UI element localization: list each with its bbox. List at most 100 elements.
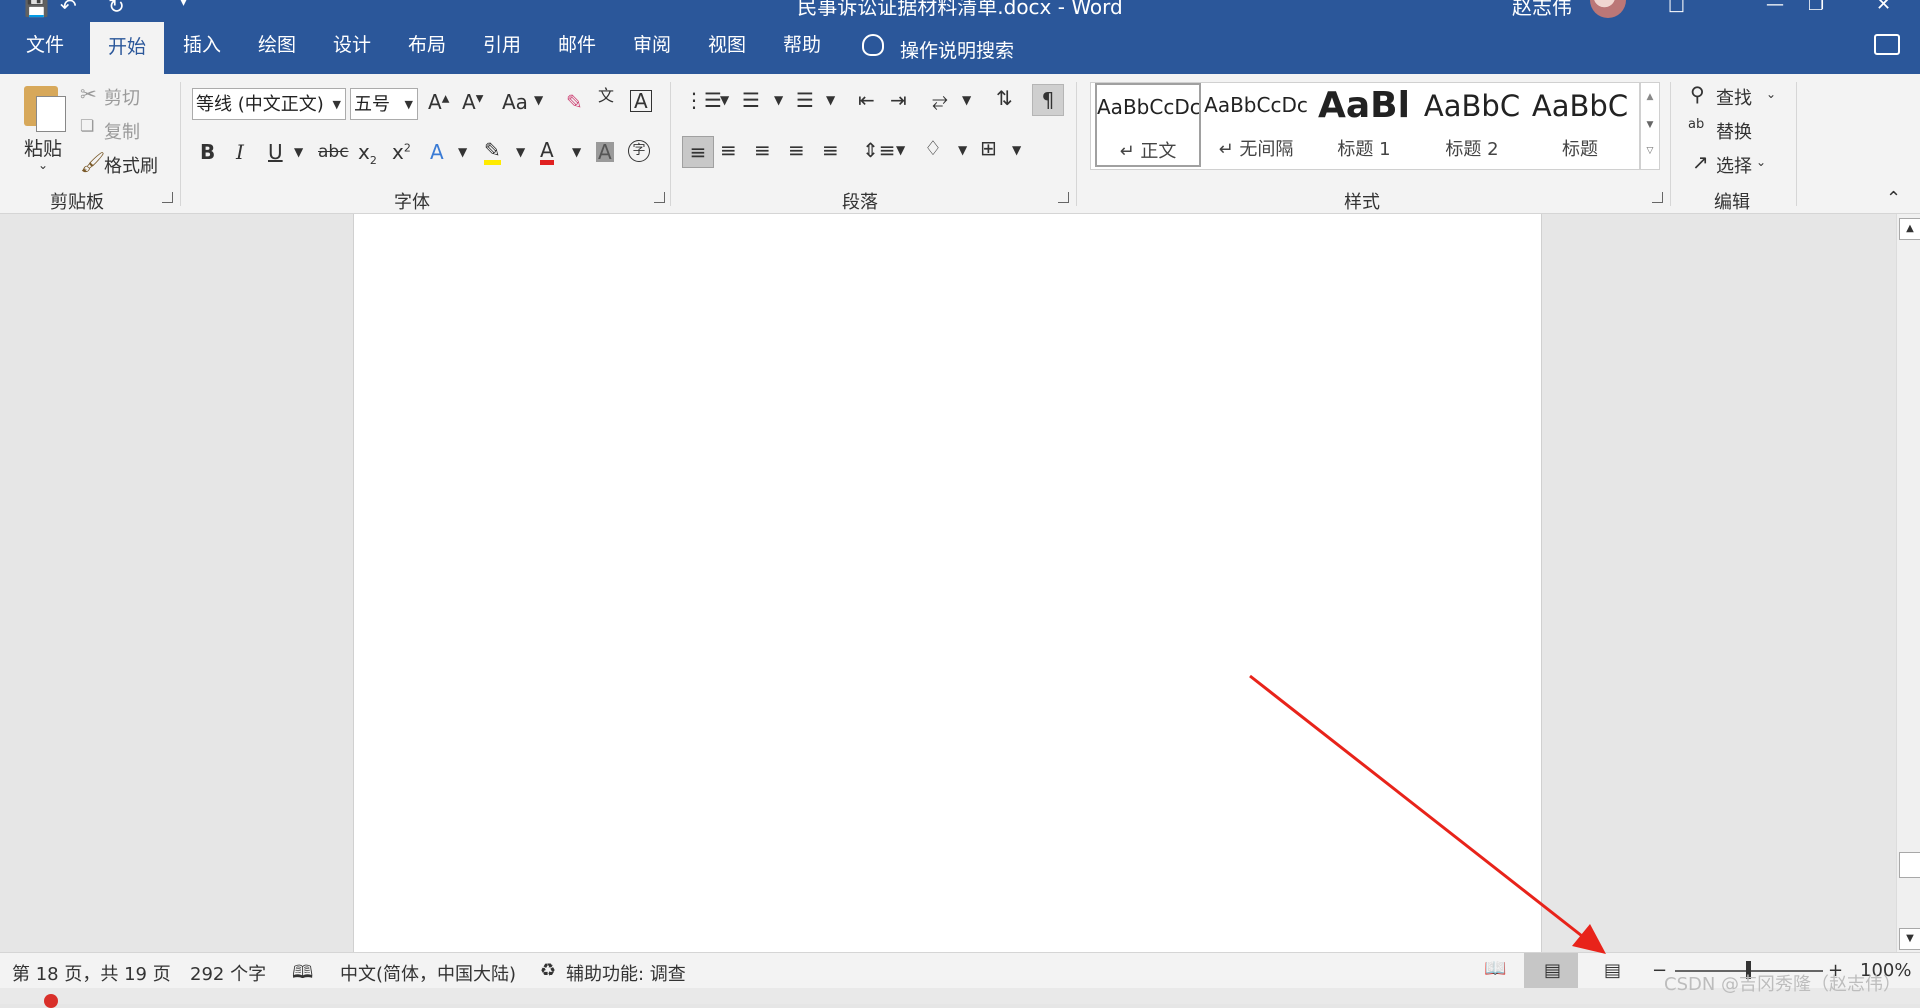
scroll-down-icon[interactable]: ▼ [1899,928,1920,950]
shrink-font-icon[interactable]: A▼ [462,92,483,112]
sort-icon[interactable]: ⇅ [996,88,1013,108]
chevron-down-icon[interactable]: ▼ [826,94,835,106]
multilevel-list-icon[interactable]: ☰ [796,90,814,110]
text-effects-icon[interactable]: A [430,142,444,162]
cut-button[interactable]: 剪切 [104,84,140,110]
change-case-button[interactable]: Aa [502,92,528,112]
style-heading-2[interactable]: AaBbC 标题 2 [1419,83,1525,167]
proofing-icon[interactable]: 🕮 [292,960,313,990]
font-color-icon[interactable]: A [540,140,554,165]
paste-label[interactable]: 粘贴 [24,134,62,161]
chevron-down-icon[interactable]: ▼ [458,146,467,158]
scroll-down-icon[interactable]: ▼ [1641,111,1659,139]
collapse-ribbon-icon[interactable]: ⌃ [1886,188,1901,209]
chevron-down-icon[interactable]: ▼ [958,144,967,156]
close-icon[interactable]: ✕ [1876,0,1891,15]
style-no-spacing[interactable]: AaBbCcDc ↵ 无间隔 [1203,83,1309,167]
subscript-icon[interactable]: x2 [358,142,377,166]
user-name[interactable]: 赵志伟 [1512,0,1572,18]
superscript-icon[interactable]: x2 [392,142,411,162]
tab-file[interactable]: 文件 [26,36,64,55]
more-styles-icon[interactable]: ▽ [1641,139,1659,163]
tab-review[interactable]: 审阅 [633,36,671,55]
paragraph-launcher-icon[interactable] [1058,192,1069,203]
chevron-down-icon[interactable]: ▼ [534,94,543,106]
align-left-icon[interactable]: ≡ [682,136,714,168]
scroll-up-icon[interactable]: ▲ [1641,83,1659,111]
highlight-icon[interactable]: ✎ [484,140,501,165]
style-normal[interactable]: AaBbCcDc ↵ 正文 [1095,83,1201,167]
style-title[interactable]: AaBbC 标题 [1527,83,1633,167]
align-center-icon[interactable]: ≡ [720,140,737,160]
word-count[interactable]: 292 个字 [190,960,266,986]
ribbon-display-icon[interactable]: □ [1668,0,1685,15]
enclose-character-icon[interactable]: 字 [628,140,650,162]
styles-launcher-icon[interactable] [1652,192,1663,203]
format-painter-button[interactable]: 格式刷 [104,152,158,178]
tell-me-search[interactable]: 操作说明搜索 [900,36,1014,63]
minimize-icon[interactable]: — [1766,0,1784,15]
tab-view[interactable]: 视图 [708,36,746,55]
page-count[interactable]: 第 18 页，共 19 页 [12,960,171,986]
chevron-down-icon[interactable]: ⌄ [1756,156,1766,168]
tab-insert[interactable]: 插入 [183,36,221,55]
chevron-down-icon[interactable]: ⌄ [1766,88,1776,100]
chevron-down-icon[interactable]: ▼ [1012,144,1021,156]
tab-layout[interactable]: 布局 [408,36,446,55]
replace-button[interactable]: 替换 [1716,118,1752,144]
paste-dropdown-icon[interactable]: ⌄ [38,158,48,172]
phonetic-guide-icon[interactable]: 文 [598,88,614,104]
document-page[interactable] [353,214,1542,952]
vertical-scrollbar[interactable]: ▲ ▼ [1896,214,1920,952]
chevron-down-icon[interactable]: ▼ [516,146,525,158]
underline-icon[interactable]: U [268,142,283,162]
styles-scroll[interactable]: ▲ ▼ ▽ [1640,82,1660,170]
tab-help[interactable]: 帮助 [783,36,821,55]
align-right-icon[interactable]: ≡ [754,140,771,160]
distributed-icon[interactable]: ≡ [822,140,839,160]
grow-font-icon[interactable]: A▲ [428,92,449,112]
tab-references[interactable]: 引用 [483,36,521,55]
chevron-down-icon[interactable]: ▼ [294,146,303,158]
chevron-down-icon[interactable]: ▼ [572,146,581,158]
chevron-down-icon[interactable]: ▼ [962,94,971,106]
restore-icon[interactable]: ❐ [1808,0,1824,15]
select-button[interactable]: 选择 [1716,152,1752,178]
tab-draw[interactable]: 绘图 [258,36,296,55]
bullets-icon[interactable]: ⋮☰ [684,90,722,110]
copy-button[interactable]: 复制 [104,118,140,144]
tab-mailings[interactable]: 邮件 [558,36,596,55]
increase-indent-icon[interactable]: ⇥ [890,90,907,110]
chevron-down-icon[interactable]: ▼ [896,144,905,156]
show-marks-icon[interactable]: ¶ [1032,84,1064,116]
line-spacing-icon[interactable]: ⇕≡ [862,140,896,160]
borders-icon[interactable]: ⊞ [980,138,997,158]
find-button[interactable]: 查找 [1716,84,1752,110]
font-name-combo[interactable]: 等线 (中文正文) ▼ [192,88,346,120]
comments-icon[interactable] [1874,34,1900,55]
font-launcher-icon[interactable] [654,192,665,203]
decrease-indent-icon[interactable]: ⇤ [858,90,875,110]
tab-home[interactable]: 开始 [90,22,165,74]
character-border-icon[interactable]: A [630,90,652,112]
tab-design[interactable]: 设计 [333,36,371,55]
shading-icon[interactable]: ♢ [924,138,942,158]
taskbar-app-icon[interactable] [44,994,58,1008]
language-status[interactable]: 中文(简体，中国大陆) [340,960,516,986]
clipboard-launcher-icon[interactable] [162,192,173,203]
web-layout-icon[interactable]: ▤ [1604,960,1621,981]
chevron-down-icon[interactable]: ▼ [720,94,729,106]
chinese-layout-icon[interactable]: ⥂ [932,90,948,110]
read-mode-icon[interactable]: 📖 [1484,958,1506,980]
justify-icon[interactable]: ≡ [788,140,805,160]
chevron-down-icon[interactable]: ▼ [774,94,783,106]
accessibility-status[interactable]: 辅助功能: 调查 [566,960,686,986]
character-shading-icon[interactable]: A [596,142,614,162]
style-heading-1[interactable]: AaBl 标题 1 [1311,83,1417,167]
clear-formatting-icon[interactable]: ✎ [566,92,583,112]
font-size-combo[interactable]: 五号 ▼ [350,88,418,120]
numbering-icon[interactable]: ☰ [742,90,760,110]
strikethrough-icon[interactable]: abc [318,144,349,161]
scroll-up-icon[interactable]: ▲ [1899,218,1920,240]
bold-icon[interactable]: B [200,142,215,162]
